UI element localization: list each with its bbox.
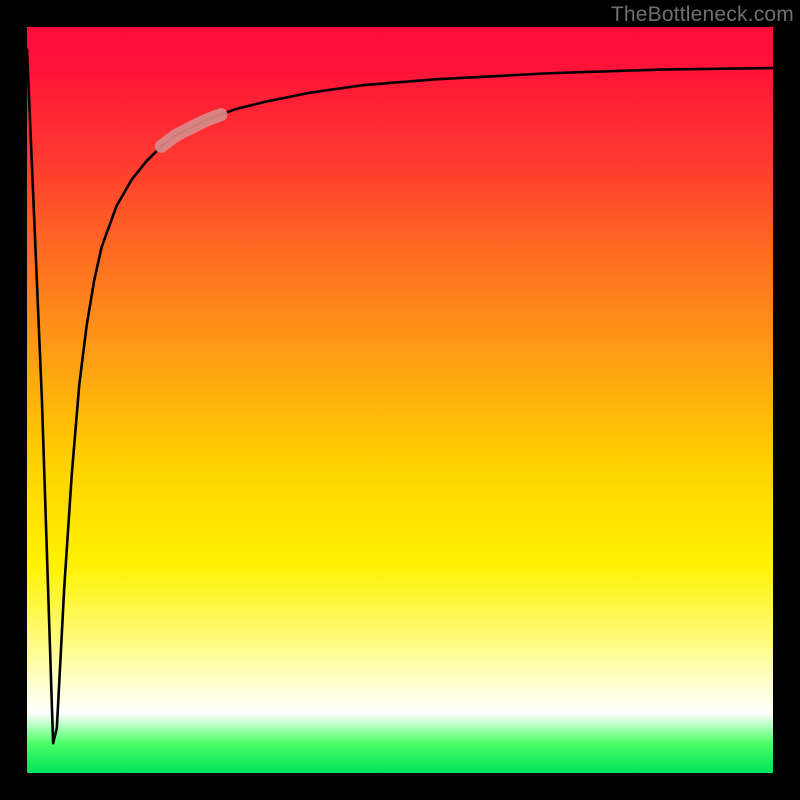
bottleneck-curve bbox=[27, 49, 773, 743]
chart-container: TheBottleneck.com bbox=[0, 0, 800, 800]
curve-svg bbox=[27, 27, 773, 773]
plot-area bbox=[27, 27, 773, 773]
highlight-segment bbox=[161, 115, 221, 147]
watermark-text: TheBottleneck.com bbox=[611, 3, 794, 27]
